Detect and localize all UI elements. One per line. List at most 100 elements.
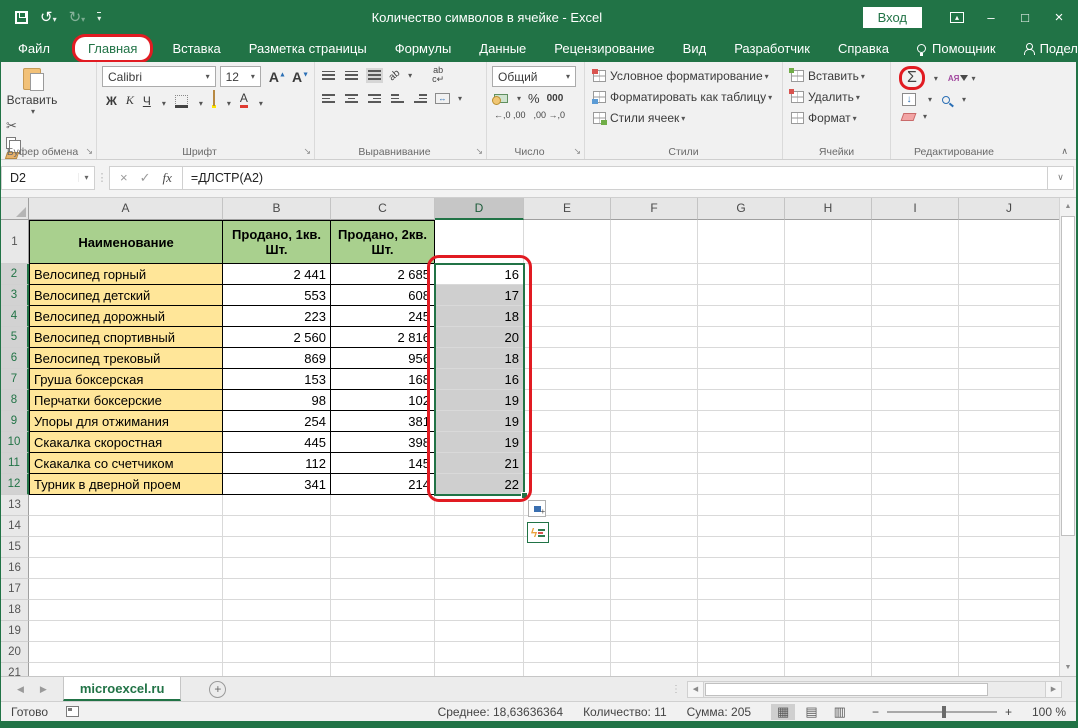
cell-E10[interactable] [524,432,611,453]
cell-G20[interactable] [698,642,785,663]
cell-F20[interactable] [611,642,698,663]
cell-B7[interactable]: 153 [223,369,331,390]
new-sheet-button[interactable]: + [209,681,226,698]
cell-J19[interactable] [959,621,1059,642]
cell-I1[interactable] [872,220,959,264]
select-all-corner[interactable] [1,198,29,220]
column-header-F[interactable]: F [611,198,698,220]
cell-F16[interactable] [611,558,698,579]
cell-A2[interactable]: Велосипед горный [29,264,223,285]
cell-F11[interactable] [611,453,698,474]
cell-F6[interactable] [611,348,698,369]
cell-D1[interactable] [435,220,524,264]
cell-B5[interactable]: 2 560 [223,327,331,348]
cell-F14[interactable] [611,516,698,537]
cell-G15[interactable] [698,537,785,558]
cell-C9[interactable]: 381 [331,411,435,432]
cell-I17[interactable] [872,579,959,600]
cell-A1[interactable]: Наименование [29,220,223,264]
cell-G5[interactable] [698,327,785,348]
assistant-button[interactable]: Помощник [903,41,1010,56]
vertical-scroll-thumb[interactable] [1061,216,1075,536]
bold-button[interactable]: Ж [106,94,117,108]
undo-button[interactable]: ↺▾ [40,10,57,25]
zoom-slider[interactable] [887,711,997,713]
name-box[interactable]: D2 ▾ [1,166,95,190]
borders-button[interactable] [175,95,188,108]
cell-F9[interactable] [611,411,698,432]
row-header-15[interactable]: 15 [1,537,29,558]
formula-bar-splitter[interactable]: ⋮ [95,171,109,184]
save-icon[interactable] [15,11,28,24]
increase-indent-button[interactable] [412,91,429,106]
quick-analysis-button[interactable]: ϟ [527,522,549,543]
cell-C13[interactable] [331,495,435,516]
tab-home[interactable]: Главная [75,37,150,60]
cell-A17[interactable] [29,579,223,600]
format-cells-button[interactable]: Формат ▾ [788,110,885,126]
customize-qat-icon[interactable]: ▾ [97,12,101,23]
column-header-J[interactable]: J [959,198,1059,220]
scroll-right-button[interactable]: ▶ [1045,681,1062,698]
cell-B9[interactable]: 254 [223,411,331,432]
row-header-2[interactable]: 2 [1,264,29,285]
cell-J1[interactable] [959,220,1059,264]
align-top-button[interactable] [320,68,337,83]
autofill-options-button[interactable] [528,500,546,517]
row-header-11[interactable]: 11 [1,453,29,474]
row-header-4[interactable]: 4 [1,306,29,327]
cell-J6[interactable] [959,348,1059,369]
cell-E5[interactable] [524,327,611,348]
cell-H17[interactable] [785,579,872,600]
cell-G14[interactable] [698,516,785,537]
cell-H15[interactable] [785,537,872,558]
wrap-text-button[interactable]: abc↵ [432,66,444,84]
cell-B6[interactable]: 869 [223,348,331,369]
cell-J4[interactable] [959,306,1059,327]
horizontal-scrollbar[interactable]: ◀ ▶ [687,681,1062,698]
cell-J9[interactable] [959,411,1059,432]
cell-D20[interactable] [435,642,524,663]
paste-button[interactable]: Вставить ▾ [6,66,58,116]
cell-H4[interactable] [785,306,872,327]
orientation-caret-icon[interactable]: ▾ [408,71,412,80]
cell-C3[interactable]: 608 [331,285,435,306]
italic-button[interactable]: К [126,93,134,108]
cell-A20[interactable] [29,642,223,663]
insert-function-button[interactable]: fx [163,170,172,186]
name-box-caret-icon[interactable]: ▾ [78,173,94,182]
cell-F7[interactable] [611,369,698,390]
cell-H5[interactable] [785,327,872,348]
decrease-font-button[interactable]: A▼ [292,69,309,85]
cell-E8[interactable] [524,390,611,411]
cell-J15[interactable] [959,537,1059,558]
align-center-button[interactable] [343,91,360,106]
cell-B19[interactable] [223,621,331,642]
formula-bar-expand-button[interactable]: ∨ [1048,166,1074,190]
tab-page-layout[interactable]: Разметка страницы [236,37,380,60]
cell-I16[interactable] [872,558,959,579]
cell-F8[interactable] [611,390,698,411]
percent-style-button[interactable]: % [528,91,540,106]
align-bottom-button[interactable] [366,68,383,83]
align-left-button[interactable] [320,91,337,106]
share-button[interactable]: Поделиться [1010,41,1078,56]
cell-J16[interactable] [959,558,1059,579]
cell-G19[interactable] [698,621,785,642]
cell-H21[interactable] [785,663,872,676]
row-header-14[interactable]: 14 [1,516,29,537]
cell-C1[interactable]: Продано, 2кв. Шт. [331,220,435,264]
cell-B2[interactable]: 2 441 [223,264,331,285]
horizontal-scroll-thumb[interactable] [705,683,988,696]
cell-A8[interactable]: Перчатки боксерские [29,390,223,411]
find-select-button[interactable] [942,96,950,104]
cell-D7[interactable]: 16 [435,369,524,390]
font-size-select[interactable]: 12▾ [220,66,261,87]
row-header-17[interactable]: 17 [1,579,29,600]
column-header-B[interactable]: B [223,198,331,220]
cell-G18[interactable] [698,600,785,621]
cell-B20[interactable] [223,642,331,663]
cell-E6[interactable] [524,348,611,369]
cell-D5[interactable]: 20 [435,327,524,348]
cell-H3[interactable] [785,285,872,306]
